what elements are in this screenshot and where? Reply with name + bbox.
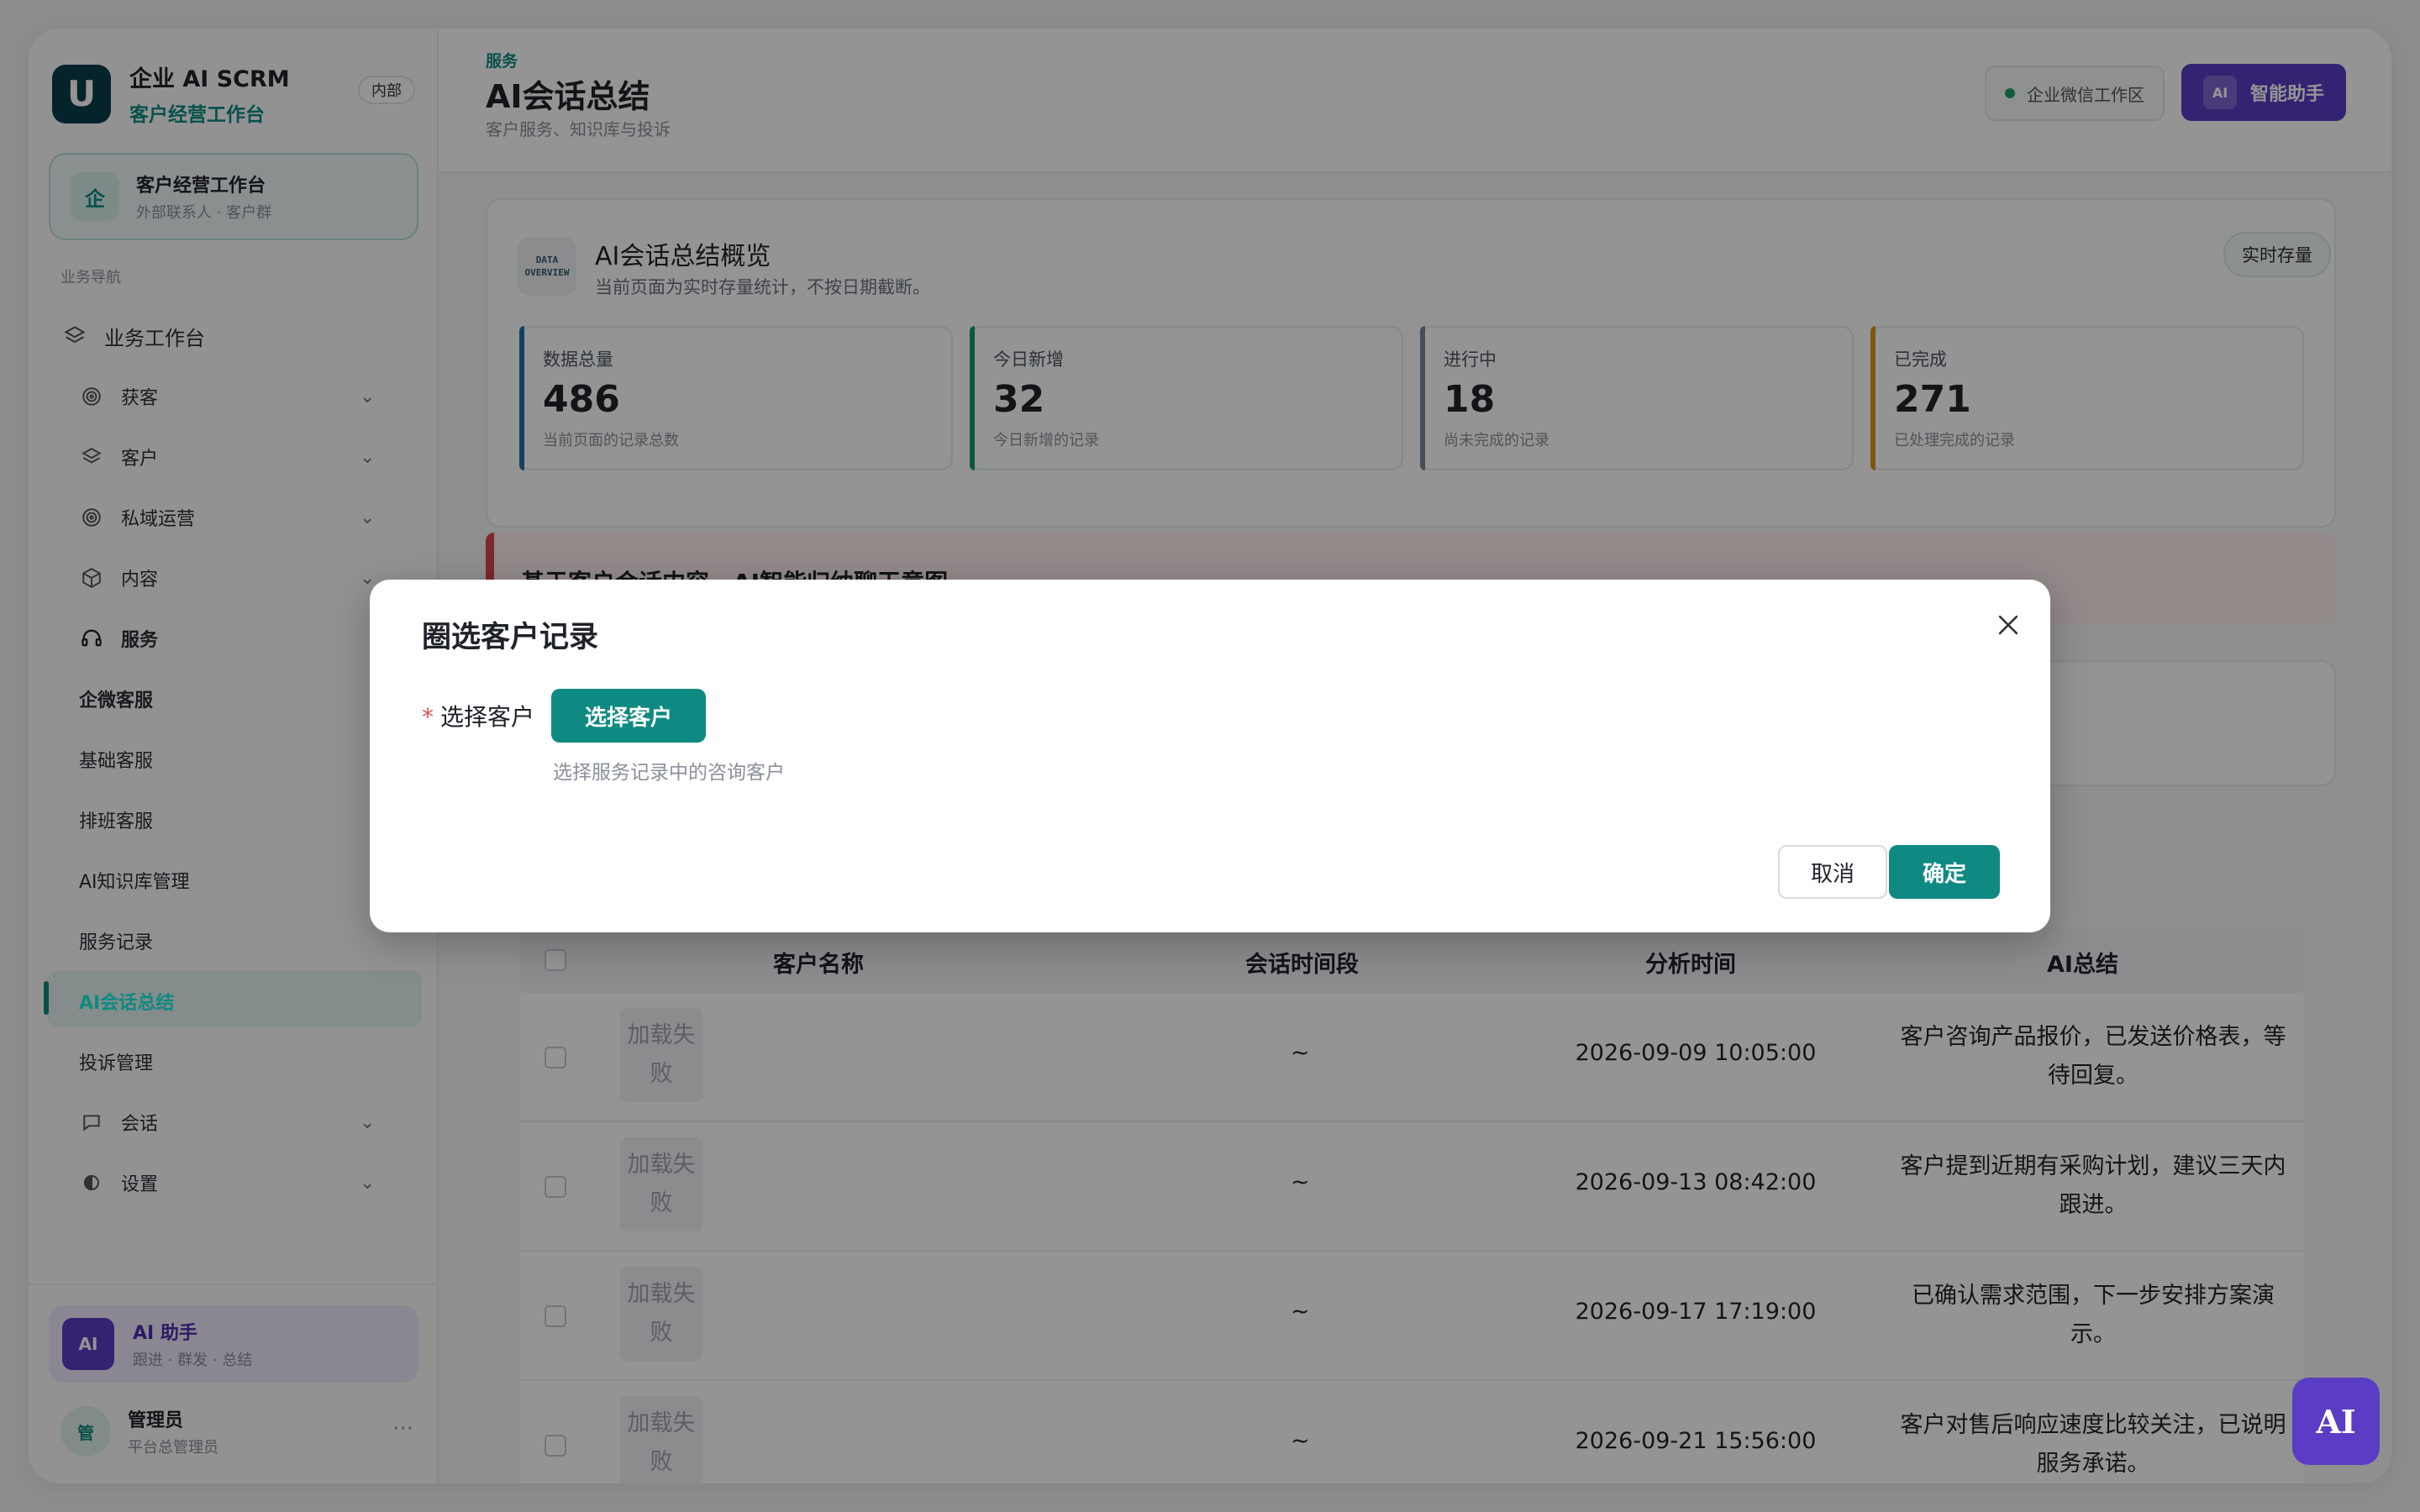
sidebar-item-label: AI会话总结: [79, 993, 175, 1014]
dialog-title: 圈选客户记录: [422, 621, 599, 654]
cancel-button[interactable]: 取消: [1778, 845, 1887, 899]
confirm-button[interactable]: 确定: [1889, 845, 2000, 899]
customer-field-label: * 选择客户: [422, 703, 535, 731]
close-icon[interactable]: [1988, 605, 2028, 645]
field-hint: 选择服务记录中的咨询客户: [553, 762, 785, 784]
floating-ai-button[interactable]: AI: [2292, 1378, 2380, 1465]
required-mark: *: [422, 703, 434, 731]
select-customer-button[interactable]: 选择客户: [551, 689, 706, 743]
select-customer-dialog: 圈选客户记录 * 选择客户 选择客户 选择服务记录中的咨询客户 取消 确定: [370, 580, 2050, 932]
